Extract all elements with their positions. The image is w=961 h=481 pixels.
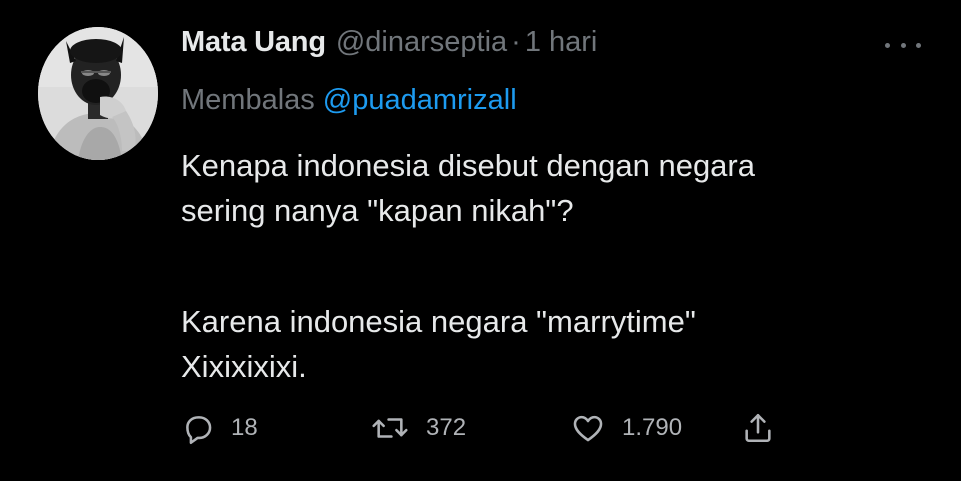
- speech-bubble-icon: [186, 416, 212, 445]
- share-upload-icon: [745, 413, 771, 443]
- more-dot: [885, 42, 890, 48]
- header-separator: ·: [511, 26, 521, 58]
- like-button[interactable]: 1.790: [570, 408, 682, 448]
- retweet-count: 372: [426, 414, 467, 441]
- reply-mention-link[interactable]: @puadamrizall: [323, 84, 517, 116]
- author-handle[interactable]: @dinarseptia: [336, 26, 507, 59]
- reply-count: 18: [231, 414, 258, 441]
- heart-outline-icon: [573, 415, 603, 442]
- tweet-timestamp[interactable]: 1 hari: [525, 26, 598, 59]
- tweet-text-line: Xixixixixi.: [181, 349, 307, 384]
- tweet-text: Kenapa indonesia disebut dengan negara s…: [181, 143, 921, 389]
- replying-to: Membalas @puadamrizall: [181, 84, 517, 117]
- replying-to-label: Membalas: [181, 84, 315, 116]
- retweet-button[interactable]: 372: [370, 408, 466, 448]
- more-dot: [916, 42, 921, 48]
- reply-button[interactable]: 18: [181, 408, 258, 448]
- tweet-text-line: sering nanya "kapan nikah"?: [181, 193, 574, 228]
- avatar-photo: [38, 27, 158, 160]
- retweet-arrows-icon: [372, 418, 408, 438]
- tweet-header: Mata Uang @dinarseptia · 1 hari: [181, 26, 597, 66]
- more-dot: [900, 42, 906, 48]
- more-horizontal-icon[interactable]: [885, 33, 921, 57]
- tweet-card[interactable]: Mata Uang @dinarseptia · 1 hari Membalas…: [0, 0, 961, 481]
- tweet-text-line: Kenapa indonesia disebut dengan negara: [181, 148, 755, 183]
- like-count: 1.790: [622, 414, 683, 441]
- tweet-actions: 18 372 1.790: [181, 408, 821, 448]
- author-name[interactable]: Mata Uang: [181, 26, 326, 59]
- avatar[interactable]: [38, 27, 158, 160]
- share-button[interactable]: [741, 408, 775, 448]
- tweet-text-line: Karena indonesia negara "marrytime": [181, 304, 696, 339]
